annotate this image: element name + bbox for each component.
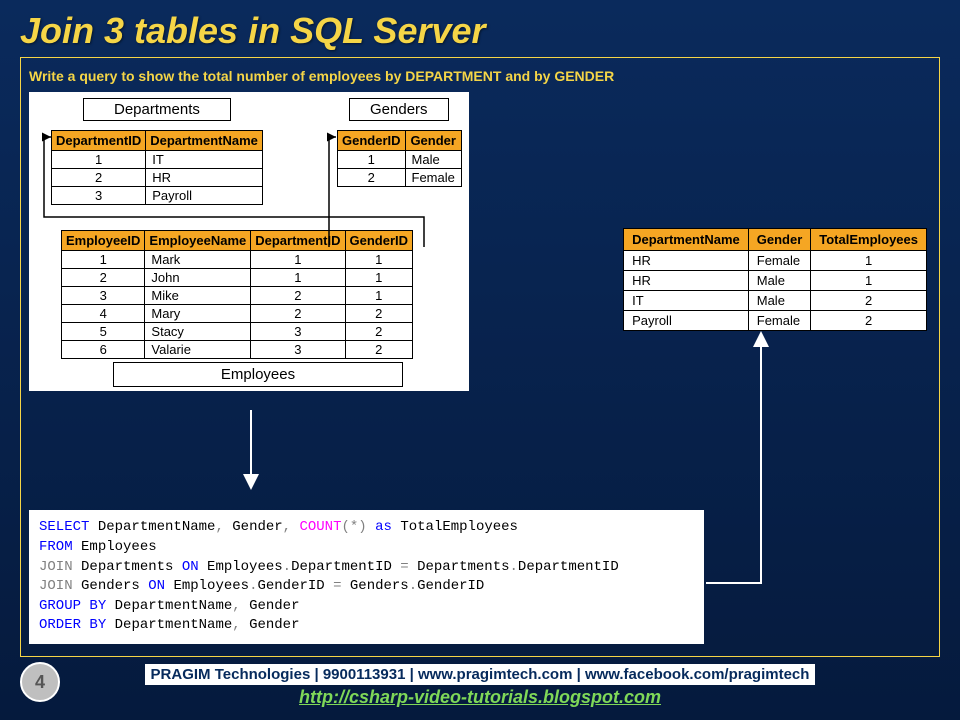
cell: Female [405,169,461,187]
col-header: GenderID [338,131,406,151]
departments-table: DepartmentIDDepartmentName 1IT 2HR 3Payr… [51,130,263,205]
cell: 1 [345,287,413,305]
col-header: DepartmentName [624,229,749,251]
cell: HR [624,271,749,291]
cell: 6 [62,341,145,359]
cell: HR [146,169,263,187]
cell: 2 [345,305,413,323]
cell: 2 [251,305,345,323]
cell: 2 [52,169,146,187]
footer-link[interactable]: http://csharp-video-tutorials.blogspot.c… [0,687,960,708]
cell: Female [748,251,811,271]
sql-query: SELECT DepartmentName, Gender, COUNT(*) … [29,510,704,644]
col-header: Gender [405,131,461,151]
cell: 5 [62,323,145,341]
slide-title: Join 3 tables in SQL Server [0,0,960,57]
cell: 2 [251,287,345,305]
cell: 3 [251,323,345,341]
cell: 2 [62,269,145,287]
col-header: EmployeeName [145,231,251,251]
cell: Mary [145,305,251,323]
departments-label: Departments [83,98,231,121]
cell: 1 [338,151,406,169]
employees-table: EmployeeID EmployeeName DepartmentID Gen… [61,230,413,359]
cell: Stacy [145,323,251,341]
cell: Male [405,151,461,169]
cell: 1 [345,269,413,287]
cell: 1 [52,151,146,169]
cell: IT [146,151,263,169]
cell: 2 [345,341,413,359]
cell: 1 [62,251,145,269]
genders-label: Genders [349,98,449,121]
cell: Payroll [624,311,749,331]
col-header: TotalEmployees [811,229,927,251]
cell: Mike [145,287,251,305]
col-header: DepartmentID [52,131,146,151]
cell: 4 [62,305,145,323]
col-header: GenderID [345,231,413,251]
cell: 2 [811,291,927,311]
footer-bar: PRAGIM Technologies | 9900113931 | www.p… [145,664,816,685]
schema-diagram: Departments Genders DepartmentIDDepartme… [29,92,469,391]
cell: John [145,269,251,287]
cell: 3 [52,187,146,205]
cell: 2 [811,311,927,331]
col-header: DepartmentID [251,231,345,251]
cell: 1 [811,271,927,291]
cell: Male [748,291,811,311]
cell: IT [624,291,749,311]
footer: PRAGIM Technologies | 9900113931 | www.p… [0,664,960,708]
cell: 1 [251,269,345,287]
content-frame: Write a query to show the total number o… [20,57,940,657]
cell: Valarie [145,341,251,359]
col-header: EmployeeID [62,231,145,251]
cell: HR [624,251,749,271]
cell: Male [748,271,811,291]
col-header: Gender [748,229,811,251]
employees-label: Employees [113,362,403,387]
result-table: DepartmentName Gender TotalEmployees HRF… [623,228,927,331]
cell: 1 [345,251,413,269]
cell: 1 [811,251,927,271]
col-header: DepartmentName [146,131,263,151]
cell: Female [748,311,811,331]
cell: 3 [251,341,345,359]
cell: 2 [345,323,413,341]
cell: Payroll [146,187,263,205]
cell: Mark [145,251,251,269]
genders-table: GenderIDGender 1Male 2Female [337,130,462,187]
cell: 3 [62,287,145,305]
slide-subtitle: Write a query to show the total number o… [29,66,931,92]
cell: 1 [251,251,345,269]
cell: 2 [338,169,406,187]
